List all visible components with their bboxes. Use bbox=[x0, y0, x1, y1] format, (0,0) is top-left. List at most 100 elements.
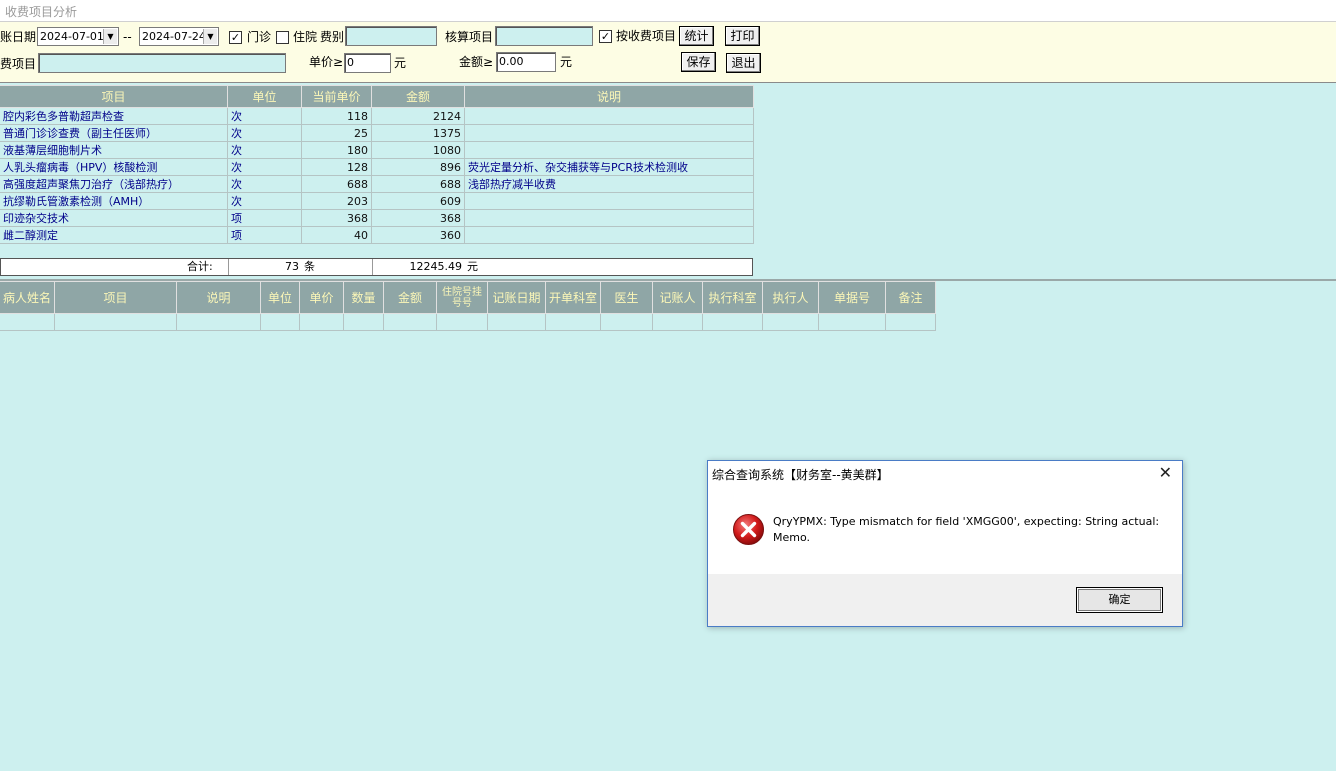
col-header-receipt-no[interactable]: 单据号 bbox=[818, 281, 886, 314]
col-header-price[interactable]: 单价 bbox=[299, 281, 344, 314]
col-header-ordering-dept[interactable]: 开单科室 bbox=[545, 281, 601, 314]
cell-amount[interactable]: 688 bbox=[371, 175, 465, 193]
col-header-doctor[interactable]: 医生 bbox=[600, 281, 653, 314]
table-row[interactable]: 腔内彩色多普勒超声检查 次 118 2124 bbox=[0, 107, 754, 125]
close-icon[interactable]: ✕ bbox=[1159, 465, 1172, 481]
by-charge-item-checkbox[interactable]: ✓ bbox=[599, 30, 612, 43]
col-header-note[interactable]: 说明 bbox=[176, 281, 261, 314]
col-header-item[interactable]: 项目 bbox=[0, 85, 228, 108]
empty-cell[interactable] bbox=[0, 313, 55, 331]
empty-cell[interactable] bbox=[176, 313, 261, 331]
cell-item[interactable]: 高强度超声聚焦刀治疗（浅部热疗） bbox=[0, 175, 228, 193]
cell-item[interactable]: 液基薄层细胞制片术 bbox=[0, 141, 228, 159]
empty-cell[interactable] bbox=[343, 313, 384, 331]
empty-cell[interactable] bbox=[545, 313, 601, 331]
table-row[interactable] bbox=[0, 313, 936, 331]
empty-cell[interactable] bbox=[702, 313, 763, 331]
col-header-patient-name[interactable]: 病人姓名 bbox=[0, 281, 55, 314]
col-header-unit[interactable]: 单位 bbox=[260, 281, 300, 314]
table-row[interactable]: 雌二醇测定 项 40 360 bbox=[0, 226, 754, 244]
cell-price[interactable]: 203 bbox=[301, 192, 372, 210]
cell-price[interactable]: 368 bbox=[301, 209, 372, 227]
cell-item[interactable]: 印迹杂交技术 bbox=[0, 209, 228, 227]
cell-unit[interactable]: 项 bbox=[227, 209, 302, 227]
cell-amount[interactable]: 896 bbox=[371, 158, 465, 176]
empty-cell[interactable] bbox=[487, 313, 546, 331]
cell-amount[interactable]: 368 bbox=[371, 209, 465, 227]
col-header-current-price[interactable]: 当前单价 bbox=[301, 85, 372, 108]
col-header-exec-dept[interactable]: 执行科室 bbox=[702, 281, 763, 314]
cell-price[interactable]: 180 bbox=[301, 141, 372, 159]
cell-note[interactable] bbox=[464, 192, 754, 210]
cell-unit[interactable]: 次 bbox=[227, 175, 302, 193]
cell-note[interactable] bbox=[464, 141, 754, 159]
cell-unit[interactable]: 项 bbox=[227, 226, 302, 244]
cell-item[interactable]: 雌二醇测定 bbox=[0, 226, 228, 244]
empty-cell[interactable] bbox=[818, 313, 886, 331]
col-header-remark[interactable]: 备注 bbox=[885, 281, 936, 314]
fee-type-input[interactable] bbox=[345, 26, 437, 46]
cell-amount[interactable]: 2124 bbox=[371, 107, 465, 125]
cell-unit[interactable]: 次 bbox=[227, 158, 302, 176]
cell-amount[interactable]: 609 bbox=[371, 192, 465, 210]
charge-item-input[interactable] bbox=[38, 53, 286, 73]
cell-note[interactable] bbox=[464, 107, 754, 125]
cell-price[interactable]: 688 bbox=[301, 175, 372, 193]
cell-unit[interactable]: 次 bbox=[227, 192, 302, 210]
cell-unit[interactable]: 次 bbox=[227, 107, 302, 125]
print-button[interactable]: 打印 bbox=[725, 26, 760, 46]
cell-item[interactable]: 人乳头瘤病毒（HPV）核酸检测 bbox=[0, 158, 228, 176]
empty-cell[interactable] bbox=[54, 313, 177, 331]
empty-cell[interactable] bbox=[762, 313, 819, 331]
col-header-admission-no[interactable]: 住院号挂号号 bbox=[436, 281, 488, 314]
stat-button[interactable]: 统计 bbox=[679, 26, 714, 46]
col-header-billing-date[interactable]: 记账日期 bbox=[487, 281, 546, 314]
col-header-quantity[interactable]: 数量 bbox=[343, 281, 384, 314]
amount-input[interactable]: 0.00 bbox=[496, 52, 556, 72]
col-header-item[interactable]: 项目 bbox=[54, 281, 177, 314]
chevron-down-icon[interactable]: ▼ bbox=[103, 29, 117, 44]
ok-button[interactable]: 确定 bbox=[1076, 587, 1163, 613]
cell-price[interactable]: 40 bbox=[301, 226, 372, 244]
table-row[interactable]: 高强度超声聚焦刀治疗（浅部热疗） 次 688 688 浅部热疗减半收费 bbox=[0, 175, 754, 193]
col-header-biller[interactable]: 记账人 bbox=[652, 281, 703, 314]
col-header-amount[interactable]: 金额 bbox=[371, 85, 465, 108]
empty-cell[interactable] bbox=[600, 313, 653, 331]
date-from-picker[interactable]: 2024-07-01 ▼ bbox=[37, 27, 119, 46]
unit-price-input[interactable]: 0 bbox=[344, 53, 391, 73]
inpatient-checkbox[interactable] bbox=[276, 31, 289, 44]
cell-price[interactable]: 25 bbox=[301, 124, 372, 142]
cell-note[interactable] bbox=[464, 209, 754, 227]
cell-note[interactable] bbox=[464, 226, 754, 244]
save-button[interactable]: 保存 bbox=[681, 52, 716, 72]
col-header-unit[interactable]: 单位 bbox=[227, 85, 302, 108]
cell-price[interactable]: 128 bbox=[301, 158, 372, 176]
col-header-executor[interactable]: 执行人 bbox=[762, 281, 819, 314]
cell-note[interactable]: 荧光定量分析、杂交捕获等与PCR技术检测收 bbox=[464, 158, 754, 176]
cell-note[interactable] bbox=[464, 124, 754, 142]
cell-item[interactable]: 普通门诊诊查费（副主任医师） bbox=[0, 124, 228, 142]
table-row[interactable]: 普通门诊诊查费（副主任医师） 次 25 1375 bbox=[0, 124, 754, 142]
table-row[interactable]: 印迹杂交技术 项 368 368 bbox=[0, 209, 754, 227]
cell-amount[interactable]: 360 bbox=[371, 226, 465, 244]
cell-note[interactable]: 浅部热疗减半收费 bbox=[464, 175, 754, 193]
empty-cell[interactable] bbox=[383, 313, 437, 331]
col-header-amount[interactable]: 金额 bbox=[383, 281, 437, 314]
date-to-picker[interactable]: 2024-07-24 ▼ bbox=[139, 27, 219, 46]
settle-item-input[interactable] bbox=[495, 26, 593, 46]
chevron-down-icon[interactable]: ▼ bbox=[203, 29, 217, 44]
cell-amount[interactable]: 1375 bbox=[371, 124, 465, 142]
empty-cell[interactable] bbox=[299, 313, 344, 331]
empty-cell[interactable] bbox=[885, 313, 936, 331]
cell-price[interactable]: 118 bbox=[301, 107, 372, 125]
cell-unit[interactable]: 次 bbox=[227, 141, 302, 159]
outpatient-checkbox[interactable]: ✓ bbox=[229, 31, 242, 44]
cell-unit[interactable]: 次 bbox=[227, 124, 302, 142]
empty-cell[interactable] bbox=[260, 313, 300, 331]
table-row[interactable]: 液基薄层细胞制片术 次 180 1080 bbox=[0, 141, 754, 159]
exit-button[interactable]: 退出 bbox=[726, 53, 761, 73]
col-header-note[interactable]: 说明 bbox=[464, 85, 754, 108]
cell-amount[interactable]: 1080 bbox=[371, 141, 465, 159]
table-row[interactable]: 抗缪勒氏管激素检测（AMH） 次 203 609 bbox=[0, 192, 754, 210]
empty-cell[interactable] bbox=[652, 313, 703, 331]
